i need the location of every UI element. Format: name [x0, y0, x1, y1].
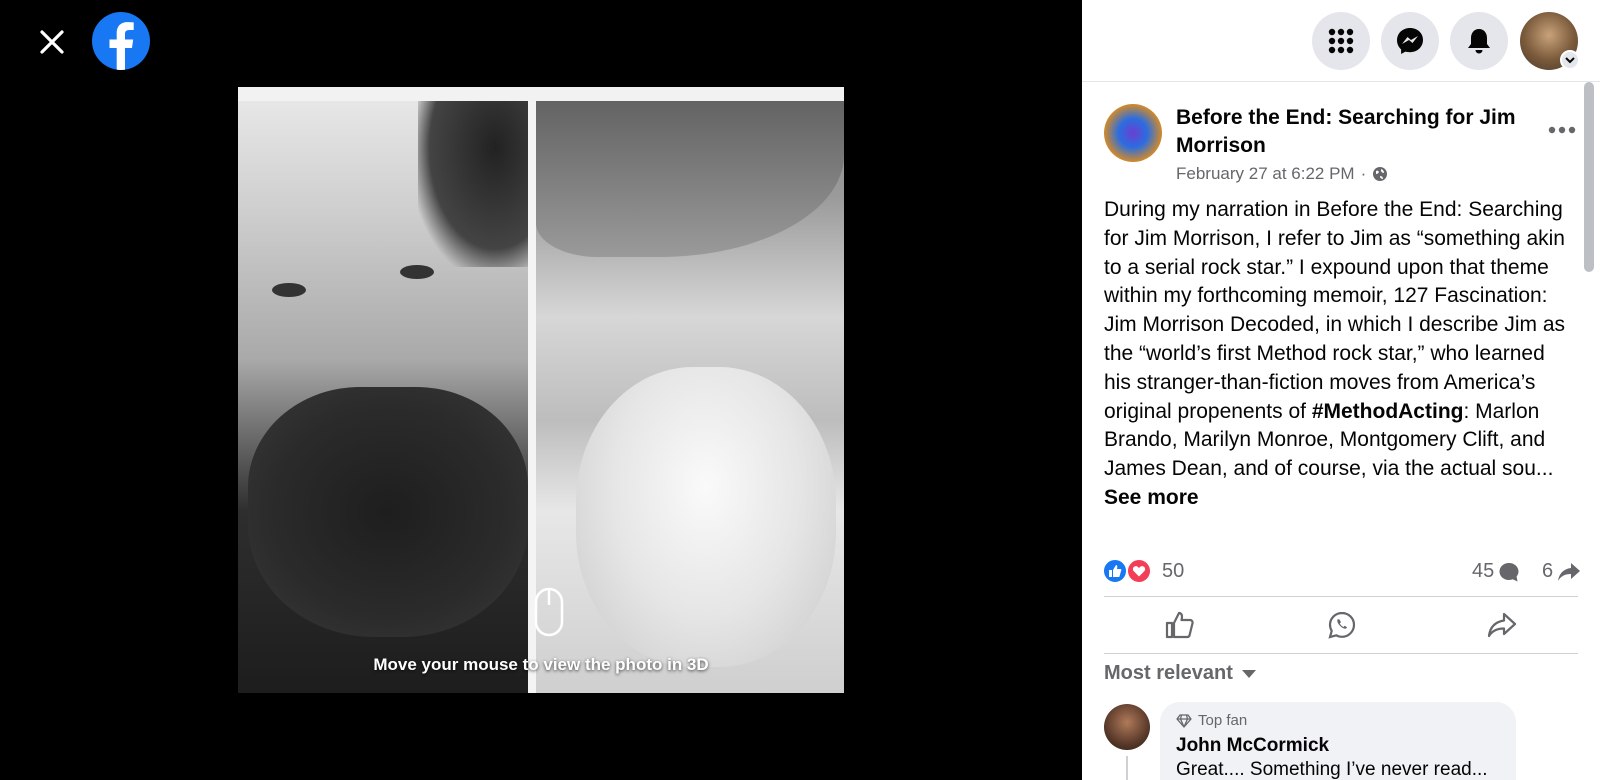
like-reaction-icon[interactable] — [1102, 558, 1128, 584]
messenger-icon — [1397, 28, 1423, 54]
page-name-link[interactable]: Before the End: Searching for Jim Morris… — [1176, 104, 1516, 160]
post-actions — [1104, 596, 1578, 654]
page-avatar[interactable] — [1104, 104, 1162, 162]
account-menu-button[interactable] — [1560, 50, 1580, 70]
post-timestamp[interactable]: February 27 at 6:22 PM — [1176, 164, 1355, 184]
thumbs-up-icon — [1165, 611, 1194, 639]
close-button[interactable] — [32, 22, 72, 62]
like-button[interactable] — [1160, 607, 1200, 643]
post-body: During my narration in Before the End: S… — [1104, 196, 1576, 513]
facebook-f-icon — [109, 22, 134, 70]
caret-down-icon — [1241, 669, 1256, 678]
mouse-icon — [534, 587, 564, 637]
bell-icon — [1468, 29, 1490, 54]
comment-bubble-icon — [1499, 562, 1519, 581]
close-icon — [40, 30, 64, 54]
commenter-avatar[interactable] — [1104, 704, 1150, 750]
photo-viewer: Move your mouse to view the photo in 3D — [0, 0, 1082, 780]
more-dots-icon — [1548, 126, 1576, 134]
comment-thread-line — [1126, 756, 1128, 780]
share-icon — [1487, 612, 1517, 638]
whatsapp-share-button[interactable] — [1322, 607, 1362, 643]
post-text-part: During my narration in Before the End: S… — [1104, 198, 1565, 423]
messenger-button[interactable] — [1381, 12, 1439, 70]
comment-count[interactable]: 45 — [1472, 560, 1520, 583]
notifications-button[interactable] — [1450, 12, 1508, 70]
badge-label: Top fan — [1198, 712, 1248, 729]
post-meta: February 27 at 6:22 PM · — [1176, 164, 1388, 184]
share-button[interactable] — [1482, 607, 1522, 643]
grid-menu-icon — [1328, 28, 1354, 54]
comment-sort-dropdown[interactable]: Most relevant — [1104, 662, 1257, 685]
reaction-count[interactable]: 50 — [1162, 560, 1184, 583]
reactions-bar: 50 45 6 — [1102, 556, 1581, 588]
commenter-name[interactable]: John McCormick — [1176, 735, 1500, 757]
share-arrow-icon — [1558, 562, 1581, 581]
see-more-link[interactable]: See more — [1104, 486, 1199, 509]
share-count-value: 6 — [1542, 560, 1554, 582]
diamond-icon — [1176, 713, 1192, 728]
meta-separator: · — [1360, 164, 1367, 183]
comment-count-value: 45 — [1472, 560, 1495, 582]
3d-hint-text: Move your mouse to view the photo in 3D — [373, 655, 709, 674]
top-fan-badge[interactable]: Top fan — [1176, 712, 1500, 729]
photo-right-portrait — [536, 87, 844, 693]
love-reaction-icon[interactable] — [1126, 558, 1152, 584]
photo-left-portrait — [238, 87, 528, 693]
comment-bubble: Top fan John McCormick Great.... Somethi… — [1160, 702, 1516, 780]
post-options-button[interactable] — [1544, 118, 1580, 142]
chevron-down-icon — [1565, 57, 1575, 64]
share-count[interactable]: 6 — [1542, 560, 1581, 583]
sort-label: Most relevant — [1104, 662, 1233, 684]
comment-text: Great.... Something I’ve never read... — [1176, 759, 1488, 780]
hashtag-link[interactable]: #MethodActing — [1312, 400, 1464, 423]
panel-scrollbar[interactable] — [1584, 82, 1594, 272]
menu-button[interactable] — [1312, 12, 1370, 70]
whatsapp-icon — [1328, 611, 1356, 639]
globe-icon — [1373, 167, 1388, 181]
top-navigation — [1082, 0, 1600, 82]
facebook-logo[interactable] — [92, 12, 150, 70]
post-panel: Before the End: Searching for Jim Morris… — [1082, 0, 1600, 780]
